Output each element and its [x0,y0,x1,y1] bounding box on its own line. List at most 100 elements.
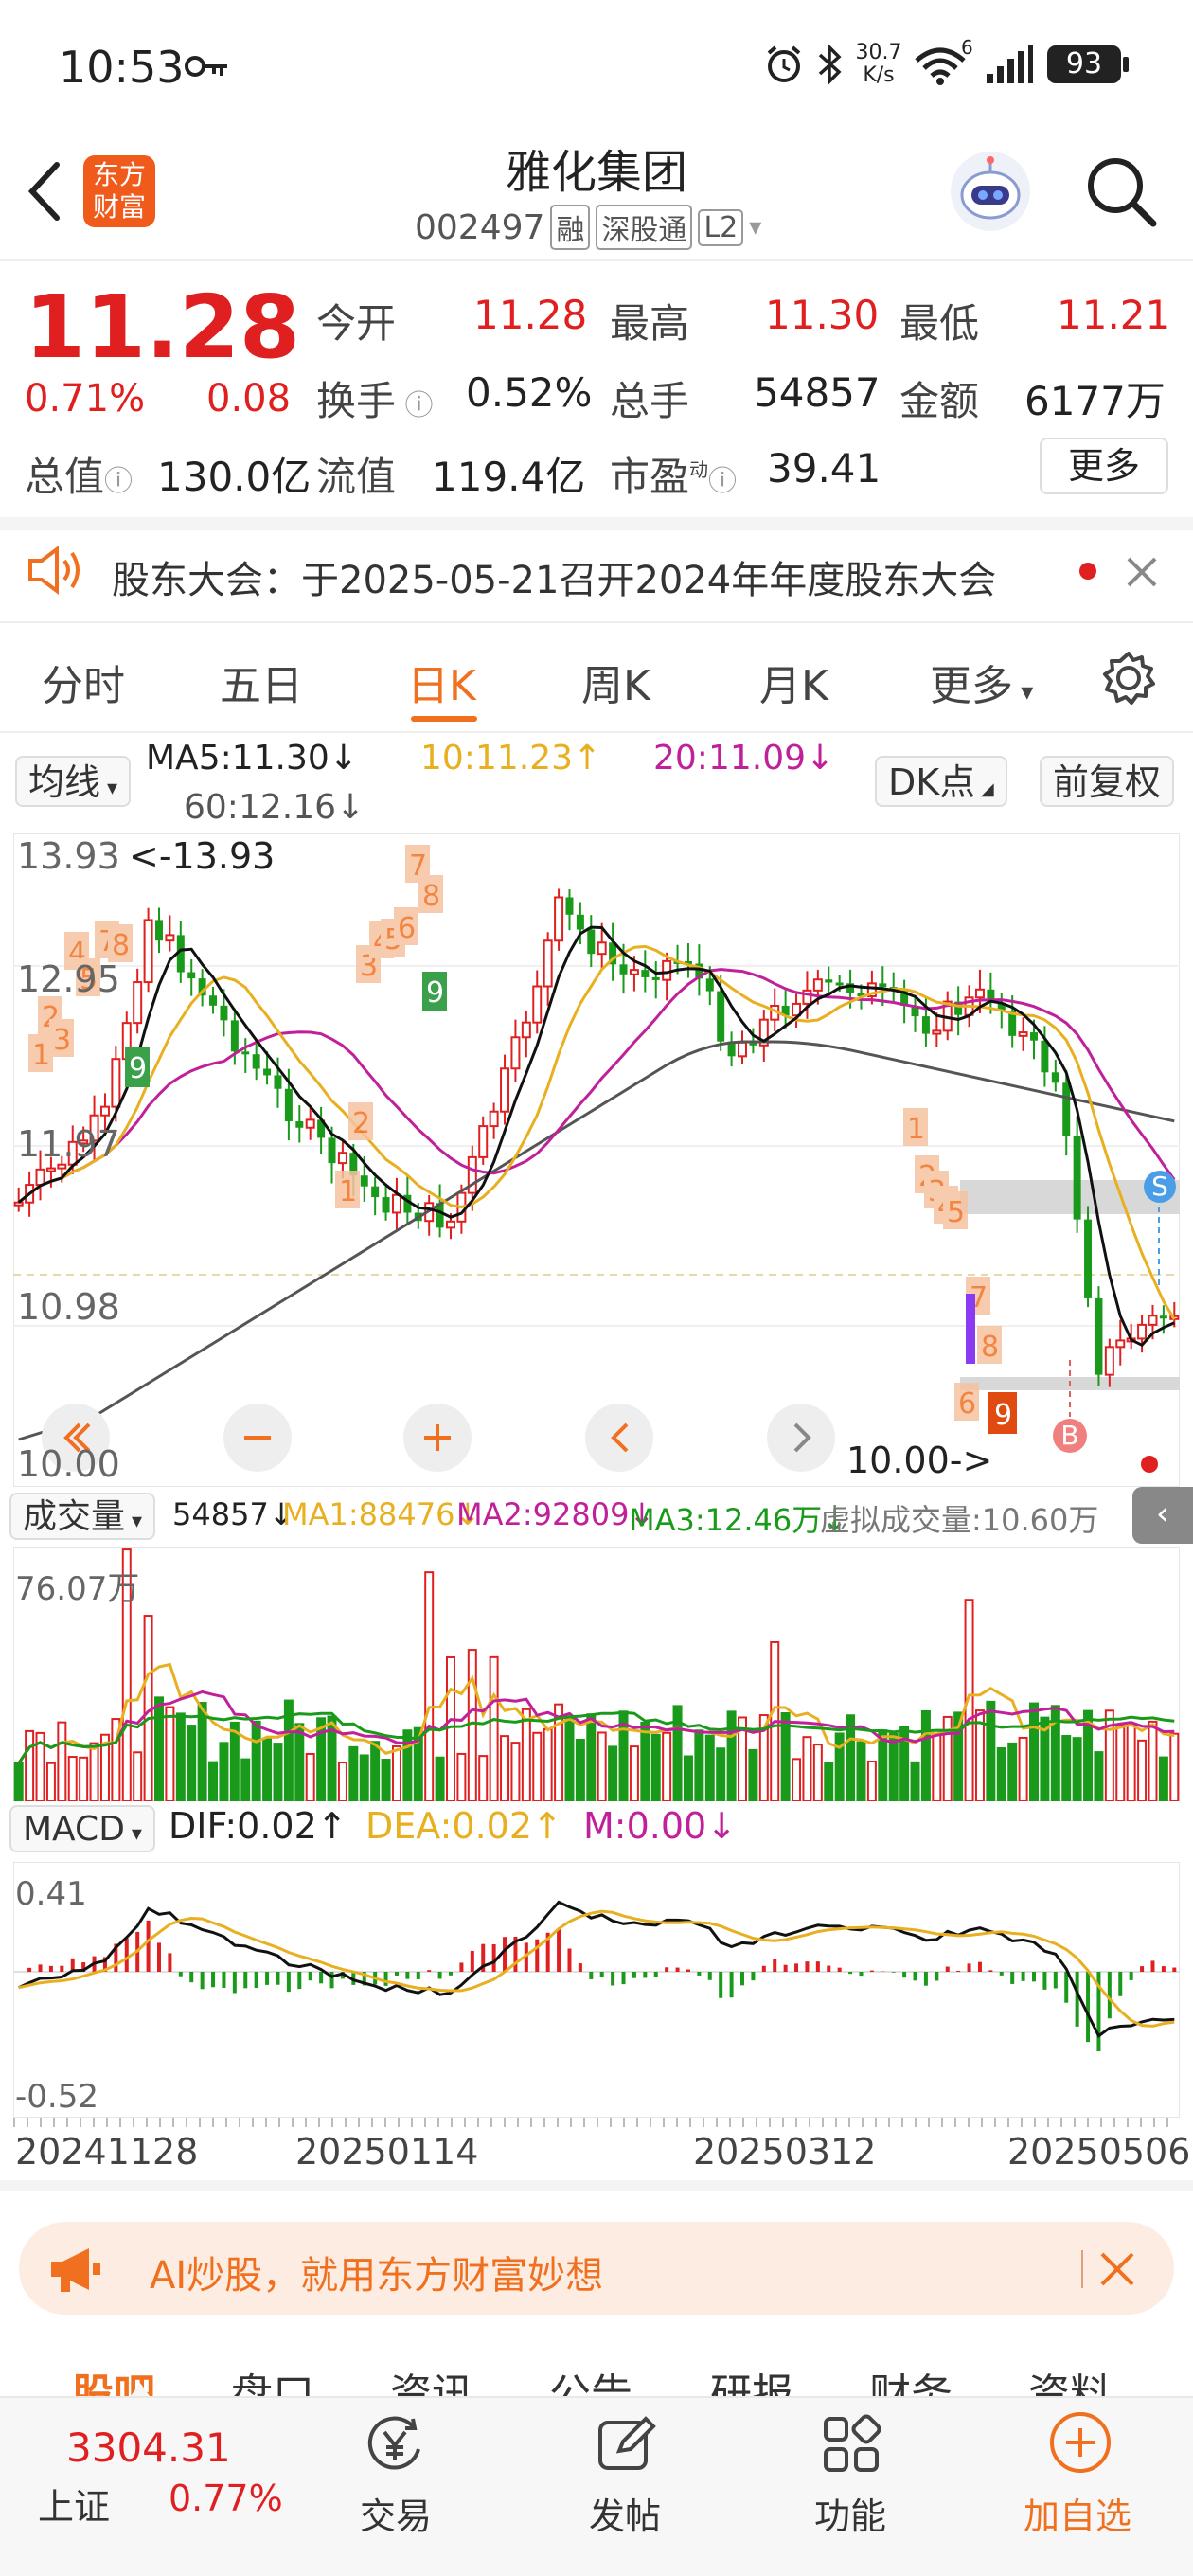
candle-body [252,1054,260,1069]
high-marker-label: <-13.93 [129,835,276,877]
candle-body [1018,1031,1028,1037]
svg-text:1: 1 [32,1039,50,1072]
close-ad-icon[interactable] [1098,2250,1136,2288]
price-axis-top: 13.93 [17,835,120,877]
nav-functions[interactable]: 功能 [765,2487,935,2539]
high-label: 最高 [610,300,690,347]
volume-label: 总手 [610,378,690,424]
macd-type-select[interactable]: MACD ▾ [9,1805,155,1852]
candle-body [155,920,163,941]
more-quote-button[interactable]: 更多 [1040,438,1168,494]
candle-body [1041,1040,1049,1073]
turnover-value: 0.52% [466,369,593,416]
ai-robot-avatar[interactable] [951,152,1030,231]
nav-trade[interactable]: 交易 [311,2487,481,2539]
low-value: 11.21 [1057,292,1171,338]
svg-text:8: 8 [112,929,130,962]
subtab-bar: 股吧 盘口 资讯 公告 研报 财务 资料 [0,2345,1193,2402]
time-axis-ticks [13,2118,1180,2127]
candle-body [220,1005,228,1021]
tab-five-day[interactable]: 五日 [220,652,303,712]
pe-label: 市盈动ⓘ [610,454,738,500]
notice-text[interactable]: 股东大会：于2025-05-21召开2024年年度股东大会 [112,549,996,604]
volume-bar [986,1700,996,1801]
trade-yen-icon[interactable] [364,2413,426,2476]
volume-bar [564,1717,575,1801]
post-edit-icon[interactable] [595,2413,657,2476]
search-icon[interactable] [1083,153,1161,231]
functions-grid-icon[interactable] [820,2413,882,2476]
volume-type-select[interactable]: 成交量 ▾ [9,1493,156,1540]
add-watchlist-icon[interactable] [1047,2409,1113,2476]
tab-daily-k[interactable]: 日K [407,652,476,712]
close-notice-icon[interactable] [1123,553,1161,591]
volume-bar [208,1761,219,1801]
candle-body [391,1193,401,1214]
candle-body [554,896,564,942]
dk-point-button[interactable]: DK点 ◢ [875,756,1007,807]
volume-bar [1137,1739,1148,1801]
volume-bar [1148,1720,1158,1801]
candle-body [587,929,596,955]
volume-bar [154,1696,164,1801]
candle-body [738,1041,747,1058]
candle-body [812,978,823,992]
macd-dif: DIF:0.02↑ [169,1805,347,1847]
macd-dea: DEA:0.02↑ [365,1805,562,1847]
svg-text:9: 9 [994,1399,1012,1432]
candle-body [337,1152,347,1165]
candle-body [1073,1136,1081,1220]
date-label-3: 20250312 [693,2131,877,2173]
volume-bar [1158,1756,1168,1801]
nav-add-watchlist[interactable]: 加自选 [992,2487,1163,2539]
tab-monthly-k[interactable]: 月K [759,652,828,712]
change-percent: 0.71% [25,377,146,420]
candle-body [921,1016,930,1034]
active-tab-indicator [411,716,477,722]
tab-weekly-k[interactable]: 周K [581,652,650,712]
svg-text:1: 1 [339,1175,357,1208]
collapse-panel-icon[interactable]: ‹ [1132,1487,1193,1544]
ma20-value: 20:11.09↓ [653,739,835,778]
kline-chart[interactable]: 1 2 3 4 5 7 8 1 2 3 4 5 6 7 8 1 2 3 4 5 … [13,833,1180,1487]
candle-body [825,979,833,983]
volume-bar [510,1742,521,1801]
volume-bar [996,1746,1006,1801]
tab-intraday[interactable]: 分时 [42,652,125,712]
macd-m: M:0.00↓ [583,1805,738,1847]
volume-bar [802,1736,812,1801]
candle-body [446,1220,455,1229]
svg-text:8: 8 [422,880,440,913]
candle-body [467,1155,477,1194]
level2-badge: L2 [698,208,744,246]
candle-body [274,1075,282,1089]
svg-text:9: 9 [426,976,444,1010]
volume-bar [391,1745,401,1801]
volume-bar [812,1744,823,1801]
vol-ma1: MA1:88476↓ [282,1496,481,1532]
volume-chart[interactable] [13,1547,1180,1801]
candle-body [13,1201,24,1207]
volume-bar [251,1720,261,1801]
index-value[interactable]: 3304.31 [66,2424,231,2471]
adjust-select[interactable]: 前复权 [1040,756,1175,807]
index-name[interactable]: 上证 [38,2478,110,2530]
candle-body [209,995,218,1006]
float-label: 流值 [316,454,397,500]
ma-type-select[interactable]: 均线 ▾ [15,756,132,807]
tab-more[interactable]: 更多 ▾ [930,652,1033,712]
nav-post[interactable]: 发帖 [540,2487,710,2539]
ai-ad-text[interactable]: AI炒股，就用东方财富妙想 [150,2245,603,2299]
price-axis-2: 12.95 [17,958,120,1000]
buy-signal-marker[interactable]: B [1053,1419,1087,1453]
connect-badge: 深股通 [596,205,693,250]
sell-signal-marker[interactable]: S [1144,1171,1176,1203]
macd-chart[interactable] [13,1862,1180,2118]
index-change[interactable]: 0.77% [169,2478,283,2519]
candle-body [371,1186,380,1198]
settings-gear-icon[interactable] [1100,650,1157,707]
candle-body [133,981,143,1025]
vol-ma3: MA3:12.46万↓ [629,1502,848,1538]
volume-bar [133,1751,143,1801]
svg-text:5: 5 [947,1196,965,1229]
